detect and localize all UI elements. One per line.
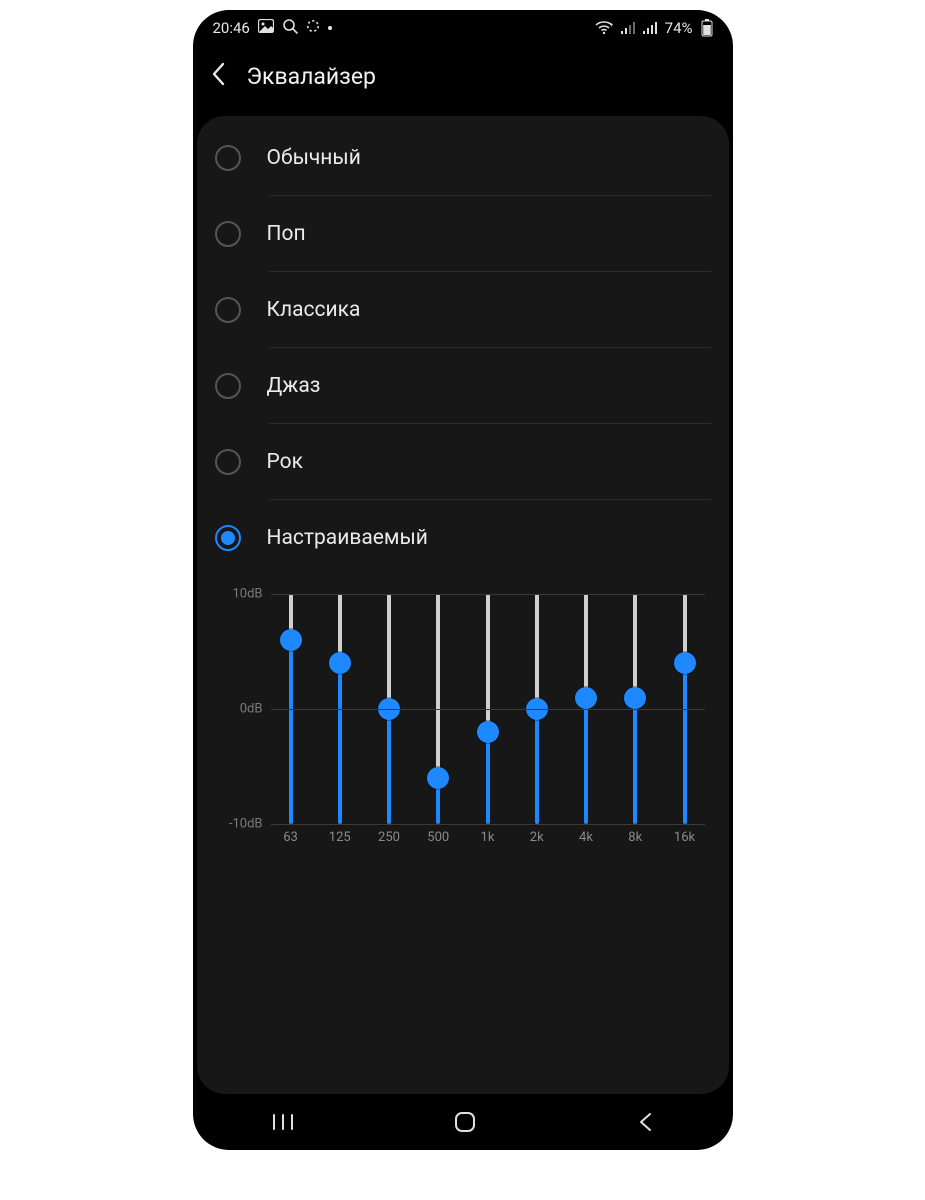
preset-radio[interactable] xyxy=(215,221,241,247)
battery-icon xyxy=(701,19,713,37)
preset-radio[interactable] xyxy=(215,145,241,171)
statusbar: 20:46 + 74% xyxy=(193,10,733,46)
eq-y-tick: 0dB xyxy=(240,702,263,717)
preset-label: Обычный xyxy=(267,146,361,170)
recents-button[interactable] xyxy=(272,1113,294,1131)
eq-track-lower xyxy=(683,663,687,824)
preset-row-4[interactable]: Рок xyxy=(197,424,729,500)
eq-thumb[interactable] xyxy=(477,721,499,743)
eq-track-upper xyxy=(535,594,539,709)
preset-label: Поп xyxy=(267,222,306,246)
preset-row-0[interactable]: Обычный xyxy=(197,120,729,196)
eq-y-tick: 10dB xyxy=(232,587,262,602)
preset-row-1[interactable]: Поп xyxy=(197,196,729,272)
system-navbar xyxy=(193,1094,733,1150)
loading-icon xyxy=(306,19,320,37)
preset-radio[interactable] xyxy=(215,297,241,323)
back-button[interactable] xyxy=(211,62,225,90)
preset-label: Настраиваемый xyxy=(267,526,428,550)
preset-radio[interactable] xyxy=(215,525,241,551)
chevron-left-icon xyxy=(211,62,225,86)
preset-radio[interactable] xyxy=(215,449,241,475)
preset-list: Обычный Поп Классика Джаз Рок Настраиваемый xyxy=(197,120,729,576)
equalizer-panel: 10dB0dB-10dB 63 125 250 500 1k 2k 4k 8k 16k xyxy=(221,594,705,845)
eq-x-tick: 63 xyxy=(279,830,303,845)
preset-radio[interactable] xyxy=(215,373,241,399)
preset-row-2[interactable]: Классика xyxy=(197,272,729,348)
signal-icon-1 xyxy=(621,22,635,34)
eq-track-lower xyxy=(633,698,637,825)
phone-frame: 20:46 + 74% xyxy=(193,10,733,1150)
statusbar-left: 20:46 xyxy=(213,18,332,38)
eq-track-lower xyxy=(535,709,539,824)
eq-track-upper xyxy=(633,594,637,698)
eq-track-lower xyxy=(584,698,588,825)
settings-card: Обычный Поп Классика Джаз Рок Настраиваемый 1… xyxy=(197,116,729,1094)
statusbar-time: 20:46 xyxy=(213,19,250,37)
preset-label: Рок xyxy=(267,450,303,474)
wifi-icon: + xyxy=(595,21,613,35)
header: Эквалайзер xyxy=(193,46,733,106)
eq-x-tick: 8k xyxy=(623,830,647,845)
search-icon xyxy=(282,18,298,38)
svg-text:+: + xyxy=(610,22,613,29)
home-button[interactable] xyxy=(453,1110,477,1134)
eq-gridline xyxy=(271,594,705,595)
statusbar-right: + 74% xyxy=(595,19,713,37)
eq-track-upper xyxy=(387,594,391,709)
eq-x-tick: 4k xyxy=(574,830,598,845)
eq-thumb[interactable] xyxy=(624,687,646,709)
eq-x-axis: 63 125 250 500 1k 2k 4k 8k 16k xyxy=(271,824,705,845)
eq-track-lower xyxy=(387,709,391,824)
signal-icon-2 xyxy=(643,22,657,34)
eq-thumb[interactable] xyxy=(427,767,449,789)
eq-gridline xyxy=(271,824,705,825)
eq-plot xyxy=(271,594,705,824)
eq-thumb[interactable] xyxy=(575,687,597,709)
eq-thumb[interactable] xyxy=(674,652,696,674)
preset-label: Классика xyxy=(267,298,361,322)
eq-y-axis: 10dB0dB-10dB xyxy=(221,594,271,824)
page-title: Эквалайзер xyxy=(247,63,376,90)
back-nav-button[interactable] xyxy=(637,1111,653,1133)
image-icon xyxy=(258,19,274,37)
eq-track-lower xyxy=(338,663,342,824)
notification-dot-icon xyxy=(328,26,332,30)
preset-label: Джаз xyxy=(267,374,321,398)
statusbar-battery-text: 74% xyxy=(665,19,693,37)
eq-x-tick: 16k xyxy=(673,830,697,845)
eq-x-tick: 2k xyxy=(525,830,549,845)
eq-y-tick: -10dB xyxy=(229,817,263,832)
eq-track-lower xyxy=(486,732,490,824)
preset-row-3[interactable]: Джаз xyxy=(197,348,729,424)
eq-track-upper xyxy=(486,594,490,732)
eq-track-upper xyxy=(584,594,588,698)
eq-thumb[interactable] xyxy=(280,629,302,651)
eq-x-tick: 125 xyxy=(328,830,352,845)
eq-x-tick: 250 xyxy=(377,830,401,845)
eq-x-tick: 1k xyxy=(476,830,500,845)
eq-track-lower xyxy=(289,640,293,824)
eq-x-tick: 500 xyxy=(426,830,450,845)
eq-thumb[interactable] xyxy=(329,652,351,674)
eq-track-upper xyxy=(436,594,440,778)
eq-gridline xyxy=(271,709,705,710)
preset-row-5[interactable]: Настраиваемый xyxy=(197,500,729,576)
equalizer-grid: 10dB0dB-10dB xyxy=(221,594,705,824)
